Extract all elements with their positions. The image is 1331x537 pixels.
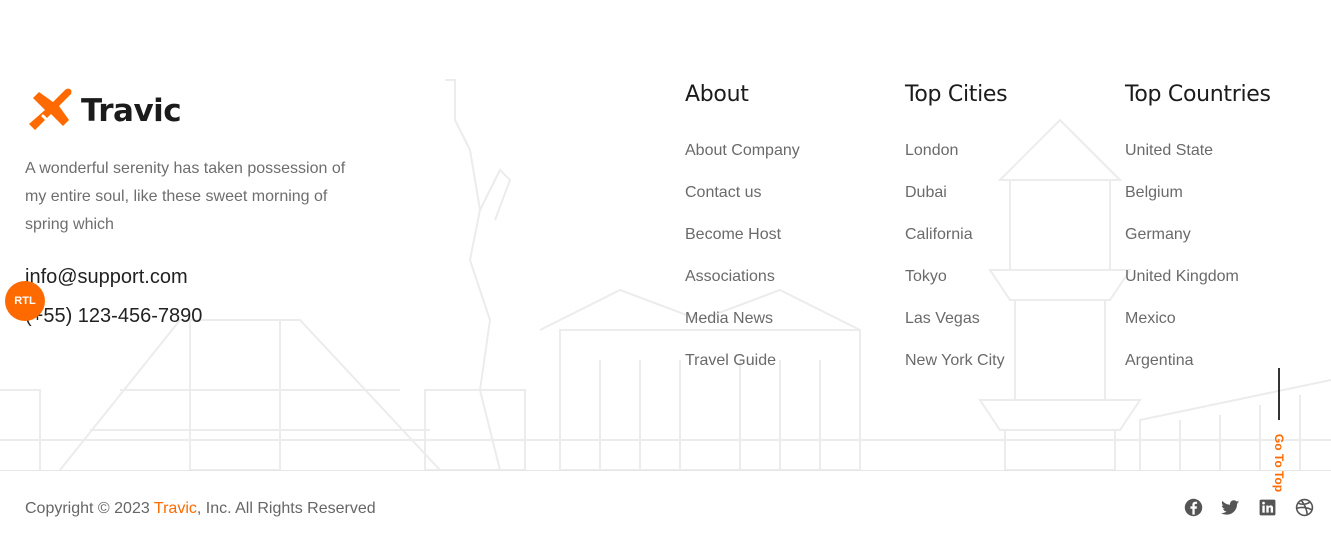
footer-link[interactable]: Travel Guide [685,351,800,393]
column-title: Top Countries [1125,82,1271,107]
footer-column-top-cities: Top Cities London Dubai California Tokyo… [905,82,1008,393]
footer-link[interactable]: Germany [1125,225,1271,267]
footer-column-top-countries: Top Countries United State Belgium Germa… [1125,82,1271,393]
brand-name: Travic [81,93,182,129]
footer-link[interactable]: Become Host [685,225,800,267]
go-top-line [1278,368,1280,420]
footer-link[interactable]: United Kingdom [1125,267,1271,309]
column-title: Top Cities [905,82,1008,107]
footer-link[interactable]: Las Vegas [905,309,1007,351]
copyright-prefix: Copyright © 2023 [25,500,154,517]
copyright-suffix: , Inc. All Rights Reserved [196,500,376,517]
go-to-top-button[interactable]: Go To Top [1268,368,1290,503]
footer-link[interactable]: Media News [685,309,800,351]
copyright-brand-link[interactable]: Travic [154,500,197,517]
footer-link[interactable]: London [905,141,1007,183]
dribbble-icon[interactable] [1295,498,1314,517]
footer-link[interactable]: Associations [685,267,800,309]
plane-logo-icon [29,88,72,130]
footer-link[interactable]: New York City [905,351,1007,393]
column-title: About [685,82,749,107]
go-top-label: Go To Top [1272,433,1286,493]
copyright-text: Copyright © 2023 Travic, Inc. All Rights… [25,500,376,518]
facebook-icon[interactable] [1184,498,1203,517]
social-links [1184,498,1314,517]
footer-link[interactable]: Mexico [1125,309,1271,351]
footer-divider [0,470,1331,471]
footer-top: Travic A wonderful serenity has taken po… [0,0,1331,470]
linkedin-icon[interactable] [1258,498,1277,517]
footer-link[interactable]: About Company [685,141,800,183]
footer-link[interactable]: California [905,225,1007,267]
footer-description: A wonderful serenity has taken possessio… [25,160,346,233]
twitter-icon[interactable] [1221,498,1240,517]
footer-link[interactable]: Contact us [685,183,800,225]
footer-column-about: About About Company Contact us Become Ho… [685,82,800,393]
contact-phone-link[interactable]: (+55) 123-456-7890 [25,305,202,328]
brand-logo[interactable]: Travic [25,86,182,136]
footer-link[interactable]: United State [1125,141,1271,183]
footer-link[interactable]: Dubai [905,183,1007,225]
rtl-toggle-button[interactable]: RTL [5,281,45,321]
contact-email-link[interactable]: info@support.com [25,266,188,289]
footer-link[interactable]: Argentina [1125,351,1271,393]
footer-link[interactable]: Belgium [1125,183,1271,225]
footer-link[interactable]: Tokyo [905,267,1007,309]
